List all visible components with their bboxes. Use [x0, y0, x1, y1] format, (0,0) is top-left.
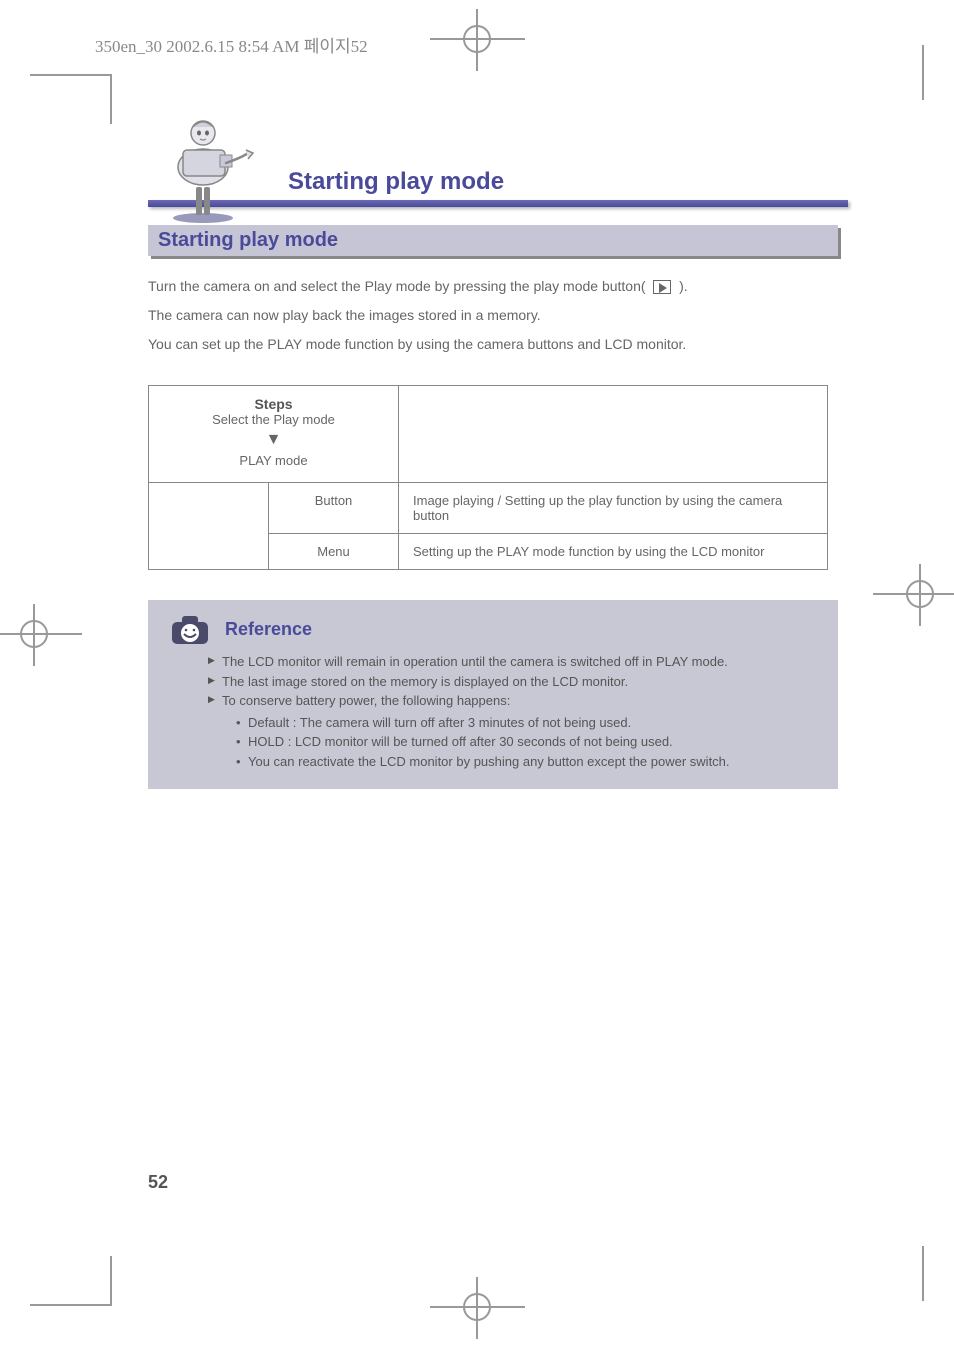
camera-smile-icon [170, 614, 210, 646]
crop-corner [30, 1304, 110, 1306]
intro-line-3: You can set up the PLAY mode function by… [148, 334, 848, 355]
table-cell-button: Button [269, 483, 399, 534]
chapter-title: Starting play mode [288, 168, 848, 196]
reference-title: Reference [225, 619, 312, 639]
play-mode-icon [653, 280, 671, 294]
reference-box: Reference The LCD monitor will remain in… [148, 600, 838, 789]
ref-item-1: The LCD monitor will remain in operation… [208, 652, 816, 672]
intro-line-1: Turn the camera on and select the Play m… [148, 276, 848, 297]
arrow-down-icon: ▼ [163, 431, 384, 449]
ref-item-2: The last image stored on the memory is d… [208, 672, 816, 692]
table-cell-menu: Menu [269, 534, 399, 570]
crop-corner [922, 45, 924, 100]
steps-table: Steps Select the Play mode ▼ PLAY mode B… [148, 385, 828, 570]
registration-mark [906, 580, 934, 608]
registration-mark [463, 1293, 491, 1321]
steps-label: Steps [163, 396, 384, 412]
step-cell-2: PLAY mode [163, 453, 384, 468]
ref-subitem-1: Default : The camera will turn off after… [236, 713, 816, 733]
intro-line-2: The camera can now play back the images … [148, 305, 848, 326]
registration-mark [20, 620, 48, 648]
table-cell-menu-desc: Setting up the PLAY mode function by usi… [399, 534, 828, 570]
intro-text-1a: Turn the camera on and select the Play m… [148, 278, 649, 294]
intro-text-1b: ). [675, 278, 687, 294]
ref-subitem-3: You can reactivate the LCD monitor by pu… [236, 752, 816, 772]
cameraman-illustration [148, 115, 278, 225]
file-header: 350en_30 2002.6.15 8:54 AM 페이지52 [95, 32, 368, 57]
crop-corner [30, 74, 110, 76]
ref-subitem-2: HOLD : LCD monitor will be turned off af… [236, 732, 816, 752]
registration-mark [463, 25, 491, 53]
step-cell-1: Select the Play mode [163, 412, 384, 427]
ref-item-3: To conserve battery power, the following… [208, 691, 816, 771]
section-heading: Starting play mode [148, 225, 838, 256]
table-cell-button-desc: Image playing / Setting up the play func… [399, 483, 828, 534]
page-number: 52 [148, 1172, 168, 1193]
crop-corner [922, 1246, 924, 1301]
